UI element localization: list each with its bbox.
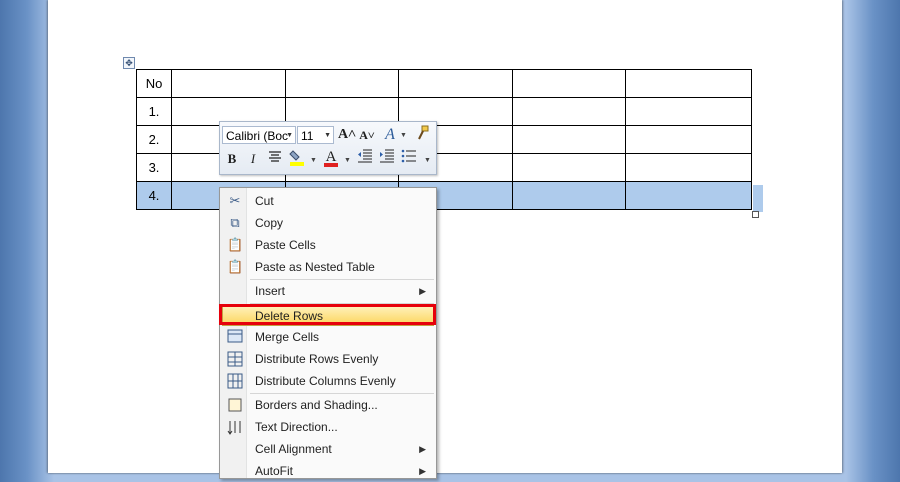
styles-icon[interactable]: A — [380, 125, 400, 145]
menu-item-insert[interactable]: Insert ▶ — [222, 280, 434, 302]
text-direction-icon — [227, 419, 243, 435]
table-cell[interactable] — [398, 69, 513, 98]
highlight-icon[interactable] — [287, 149, 307, 169]
menu-item-cell-alignment[interactable]: Cell Alignment ▶ — [222, 438, 434, 460]
menu-item-label: Distribute Columns Evenly — [255, 374, 396, 388]
borders-icon — [227, 397, 243, 413]
submenu-arrow-icon: ▶ — [419, 286, 426, 296]
merge-cells-icon — [227, 329, 243, 345]
menu-item-label: Distribute Rows Evenly — [255, 352, 379, 366]
table-cell[interactable] — [512, 181, 626, 210]
font-size-combo[interactable]: 11 ▼ — [297, 126, 334, 144]
table-cell[interactable] — [512, 153, 626, 182]
chevron-down-icon[interactable]: ▼ — [310, 157, 317, 164]
table-cell[interactable]: 3. — [136, 153, 172, 182]
table-cell[interactable]: 4. — [136, 181, 172, 210]
font-color-icon[interactable]: A — [321, 147, 341, 167]
mini-toolbar: Calibri (Boc ▼ 11 ▼ A˄ A˅ A ▼ B I ▼ A ▼ … — [219, 121, 437, 175]
submenu-arrow-icon: ▶ — [419, 444, 426, 454]
paste-icon: 📋 — [227, 237, 244, 252]
table-cell[interactable] — [625, 97, 752, 126]
table-cell[interactable]: No — [136, 69, 172, 98]
format-painter-icon[interactable] — [412, 125, 432, 145]
table-cell[interactable]: 2. — [136, 125, 172, 154]
chevron-down-icon[interactable]: ▼ — [400, 132, 407, 139]
grow-font-icon[interactable]: A˄ — [337, 125, 357, 145]
table-cell[interactable] — [625, 181, 752, 210]
copy-icon: ⧉ — [230, 215, 240, 230]
increase-indent-icon[interactable] — [377, 149, 397, 169]
menu-item-paste-nested[interactable]: 📋 Paste as Nested Table — [222, 256, 434, 278]
paste-icon: 📋 — [227, 259, 244, 274]
table-cell[interactable] — [285, 69, 399, 98]
table-resize-handle[interactable] — [752, 211, 759, 218]
menu-item-label: Cut — [255, 194, 274, 208]
menu-item-distribute-columns[interactable]: Distribute Columns Evenly — [222, 370, 434, 392]
menu-item-borders-shading[interactable]: Borders and Shading... — [222, 394, 434, 416]
table-row: No — [136, 69, 752, 98]
menu-item-label: Text Direction... — [255, 420, 338, 434]
row-selection-end-mark — [753, 185, 763, 212]
menu-item-label: Cell Alignment — [255, 442, 332, 456]
chevron-down-icon: ▼ — [324, 132, 331, 139]
decrease-indent-icon[interactable] — [355, 149, 375, 169]
table-move-handle-icon[interactable]: ✥ — [123, 57, 135, 69]
menu-item-label: Insert — [255, 284, 286, 298]
table-cell[interactable] — [625, 153, 752, 182]
menu-item-label: Paste Cells — [255, 238, 316, 252]
menu-item-label: Merge Cells — [255, 330, 320, 344]
table-cell[interactable] — [512, 125, 626, 154]
menu-item-autofit[interactable]: AutoFit ▶ — [222, 460, 434, 482]
table-cell[interactable] — [625, 125, 752, 154]
menu-item-copy[interactable]: ⧉ Copy — [222, 212, 434, 234]
bold-button[interactable]: B — [222, 149, 242, 169]
font-size-value: 11 — [301, 129, 314, 143]
distribute-rows-icon — [227, 351, 243, 367]
menu-item-label: Borders and Shading... — [255, 398, 378, 412]
menu-item-text-direction[interactable]: Text Direction... — [222, 416, 434, 438]
table-cell[interactable] — [512, 69, 626, 98]
chevron-down-icon[interactable]: ▼ — [344, 157, 351, 164]
highlight-annotation-box — [219, 304, 436, 325]
context-menu: ✂ Cut ⧉ Copy 📋 Paste Cells 📋 Paste as Ne… — [219, 187, 437, 479]
scissors-icon: ✂ — [229, 193, 241, 208]
table-cell[interactable]: 1. — [136, 97, 172, 126]
submenu-arrow-icon: ▶ — [419, 466, 426, 476]
table-cell[interactable] — [625, 69, 752, 98]
chevron-down-icon: ▼ — [286, 132, 293, 139]
table-cell[interactable] — [512, 97, 626, 126]
center-align-icon[interactable] — [265, 149, 285, 169]
bullets-icon[interactable] — [399, 149, 419, 169]
menu-item-label: Paste as Nested Table — [255, 260, 375, 274]
menu-item-label: AutoFit — [255, 464, 294, 478]
chevron-down-icon[interactable]: ▼ — [424, 157, 431, 164]
table-cell[interactable] — [171, 69, 286, 98]
menu-item-paste-cells[interactable]: 📋 Paste Cells — [222, 234, 434, 256]
font-name-combo[interactable]: Calibri (Boc ▼ — [222, 126, 296, 144]
distribute-columns-icon — [227, 373, 243, 389]
italic-button[interactable]: I — [243, 149, 263, 169]
menu-item-label: Copy — [255, 216, 284, 230]
shrink-font-icon[interactable]: A˅ — [357, 125, 377, 145]
font-name-value: Calibri (Boc — [226, 129, 289, 143]
menu-item-merge-cells[interactable]: Merge Cells — [222, 326, 434, 348]
menu-item-cut[interactable]: ✂ Cut — [222, 190, 434, 212]
menu-item-distribute-rows[interactable]: Distribute Rows Evenly — [222, 348, 434, 370]
